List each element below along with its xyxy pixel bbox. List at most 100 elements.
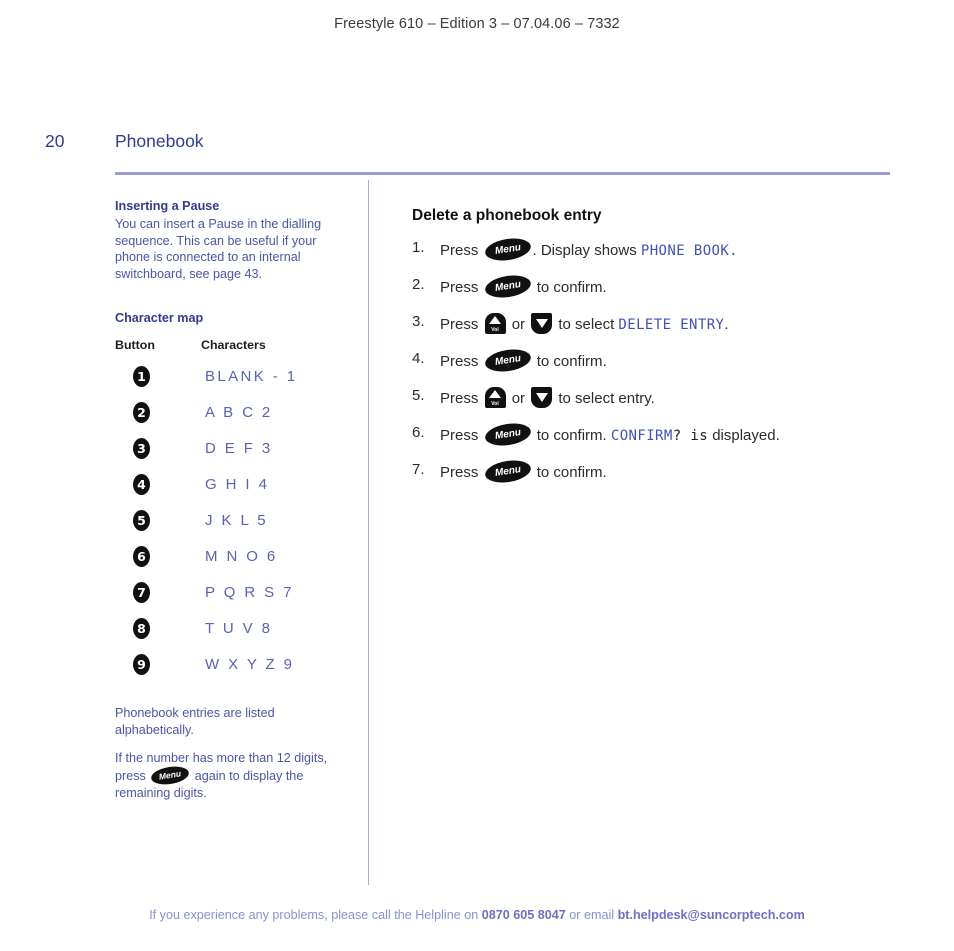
step-item-4: 4. Press Menu to confirm. xyxy=(412,346,892,375)
volume-key-label: Vol xyxy=(491,401,499,407)
characters-cell: P Q R S 7 xyxy=(205,584,294,602)
left-notes: Phonebook entries are listed alphabetica… xyxy=(115,705,350,802)
step-item-3: 3. Press Vol or to select DELETE ENTRY. xyxy=(412,313,892,334)
up-triangle-icon xyxy=(489,390,502,398)
step-number: 7. xyxy=(412,461,425,478)
down-triangle-icon xyxy=(535,393,548,402)
step-press-label: Press xyxy=(440,353,479,370)
step-press-label: Press xyxy=(440,279,479,296)
key-7-icon: 7 xyxy=(133,582,150,604)
step-text-after: to confirm. xyxy=(536,279,607,296)
step-text-after: to confirm. xyxy=(536,464,607,481)
characters-cell: BLANK - 1 xyxy=(205,368,298,386)
step-item-7: 7. Press Menu to confirm. xyxy=(412,457,892,486)
step-number: 4. xyxy=(412,350,425,367)
step-press-label: Press xyxy=(440,242,479,259)
step-text-tail: displayed. xyxy=(712,427,780,444)
key-4-icon: 4 xyxy=(133,474,150,496)
step-press-label: Press xyxy=(440,316,479,333)
character-map-table: Button Characters 1 BLANK - 1 2 A B C 2 … xyxy=(115,338,350,683)
table-row: 1 BLANK - 1 xyxy=(115,359,350,395)
key-5-icon: 5 xyxy=(133,510,150,532)
inserting-a-pause-heading: Inserting a Pause xyxy=(115,199,220,213)
step-or-label: or xyxy=(511,390,526,407)
characters-cell: M N O 6 xyxy=(205,548,278,566)
menu-key-label: Menu xyxy=(493,242,522,257)
page-footer: If you experience any problems, please c… xyxy=(0,908,954,922)
scroll-down-key-icon xyxy=(531,313,553,334)
button-cell: 1 xyxy=(115,359,201,395)
volume-up-key-icon: Vol xyxy=(484,387,506,408)
step-text-tail: . xyxy=(724,316,729,333)
step-press-label: Press xyxy=(440,464,479,481)
footer-email-address: bt.helpdesk@suncorptech.com xyxy=(617,908,805,922)
step-text-after: to confirm. xyxy=(536,427,607,444)
menu-key-label: Menu xyxy=(493,427,522,442)
table-row: 2 A B C 2 xyxy=(115,395,350,431)
button-cell: 3 xyxy=(115,431,201,467)
key-8-icon: 8 xyxy=(133,618,150,640)
table-header-row: Button Characters xyxy=(115,338,350,359)
menu-key-icon: Menu xyxy=(483,272,532,301)
down-triangle-icon xyxy=(535,319,548,328)
up-triangle-icon xyxy=(489,316,502,324)
key-2-icon: 2 xyxy=(133,402,150,424)
inserting-a-pause-body: You can insert a Pause in the dialling s… xyxy=(115,217,322,282)
steps-list: 1. Press Menu . Display shows PHONE BOOK… xyxy=(412,235,892,486)
step-press-label: Press xyxy=(440,390,479,407)
display-text: CONFIRM xyxy=(610,428,673,444)
menu-key-icon: Menu xyxy=(483,235,532,264)
button-cell: 5 xyxy=(115,503,201,539)
step-number: 6. xyxy=(412,424,425,441)
table-row: 3 D E F 3 xyxy=(115,431,350,467)
note-alphabetical: Phonebook entries are listed alphabetica… xyxy=(115,705,275,737)
manual-page: Freestyle 610 – Edition 3 – 07.04.06 – 7… xyxy=(0,0,954,951)
key-9-icon: 9 xyxy=(133,654,150,676)
page-title-row: 20 Phonebook xyxy=(45,131,905,161)
column-header-characters: Characters xyxy=(201,337,266,352)
footer-lead-text: If you experience any problems, please c… xyxy=(149,908,479,922)
key-1-icon: 1 xyxy=(133,366,150,388)
footer-middle-text: or email xyxy=(569,908,615,922)
step-text-after: . Display shows xyxy=(532,242,637,259)
menu-key-label: Menu xyxy=(493,353,522,368)
step-or-label: or xyxy=(511,316,526,333)
step-press-label: Press xyxy=(440,427,479,444)
button-cell: 2 xyxy=(115,395,201,431)
step-item-6: 6. Press Menu to confirm. CONFIRM? is di… xyxy=(412,420,892,449)
running-head: Freestyle 610 – Edition 3 – 07.04.06 – 7… xyxy=(334,16,620,32)
volume-key-label: Vol xyxy=(491,327,499,333)
characters-cell: A B C 2 xyxy=(205,404,273,422)
step-text-after: to select xyxy=(558,316,615,333)
menu-key-icon: Menu xyxy=(150,764,191,788)
button-cell: 4 xyxy=(115,467,201,503)
section-title: Delete a phonebook entry xyxy=(412,207,602,224)
step-number: 3. xyxy=(412,313,425,330)
button-cell: 9 xyxy=(115,647,201,683)
characters-cell: G H I 4 xyxy=(205,476,270,494)
table-row: 4 G H I 4 xyxy=(115,467,350,503)
characters-cell: W X Y Z 9 xyxy=(205,656,295,674)
table-row: 9 W X Y Z 9 xyxy=(115,647,350,683)
step-number: 5. xyxy=(412,387,425,404)
character-map-heading: Character map xyxy=(115,310,204,325)
left-column: Inserting a Pause You can insert a Pause… xyxy=(115,198,350,814)
display-text: PHONE BOOK. xyxy=(640,243,739,259)
column-header-button: Button xyxy=(115,337,155,352)
step-item-5: 5. Press Vol or to select entry. xyxy=(412,387,892,408)
menu-key-icon: Menu xyxy=(483,457,532,486)
key-3-icon: 3 xyxy=(133,438,150,460)
button-cell: 6 xyxy=(115,539,201,575)
table-row: 6 M N O 6 xyxy=(115,539,350,575)
step-number: 1. xyxy=(412,239,425,256)
step-text-after: to confirm. xyxy=(536,353,607,370)
footer-phone-number: 0870 605 8047 xyxy=(481,908,566,922)
button-cell: 7 xyxy=(115,575,201,611)
menu-key-icon: Menu xyxy=(483,346,532,375)
step-item-2: 2. Press Menu to confirm. xyxy=(412,272,892,301)
characters-cell: D E F 3 xyxy=(205,440,273,458)
button-cell: 8 xyxy=(115,611,201,647)
right-column: Delete a phonebook entry 1. Press Menu .… xyxy=(412,207,892,498)
display-text: DELETE ENTRY xyxy=(618,317,725,333)
